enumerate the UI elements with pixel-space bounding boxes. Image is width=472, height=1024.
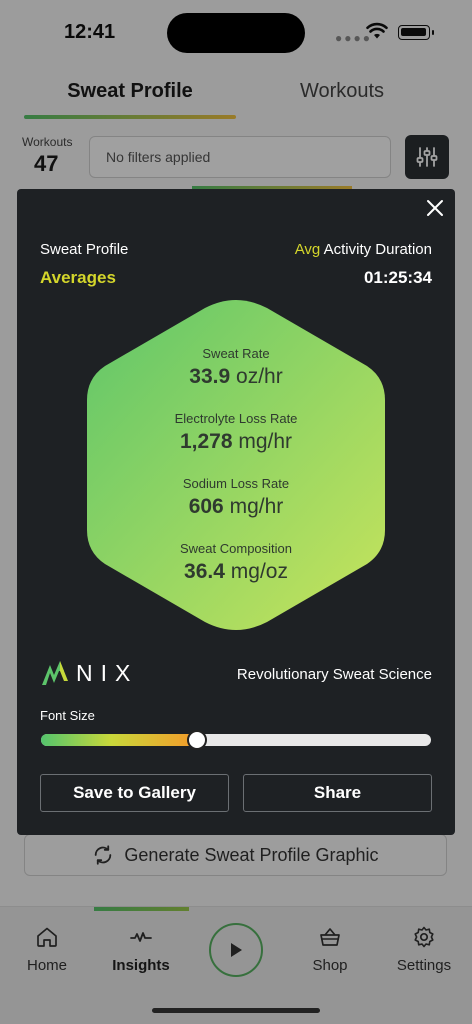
metric-label: Sweat Composition bbox=[180, 541, 292, 556]
duration-value: 01:25:34 bbox=[363, 268, 432, 287]
font-size-slider[interactable] bbox=[41, 730, 431, 750]
close-icon[interactable] bbox=[424, 197, 446, 219]
metric-sodium-loss: Sodium Loss Rate 606 mg/hr bbox=[87, 476, 385, 519]
metric-value: 36.4 mg/oz bbox=[184, 560, 288, 583]
duration-accent: Avg bbox=[294, 241, 321, 258]
slider-thumb[interactable] bbox=[187, 730, 207, 750]
nix-logo-mark-icon bbox=[42, 661, 68, 685]
save-to-gallery-button[interactable]: Save to Gallery bbox=[40, 774, 229, 812]
metric-label: Sweat Rate bbox=[202, 346, 270, 361]
metric-sweat-composition: Sweat Composition 36.4 mg/oz bbox=[87, 541, 385, 584]
brand-name: NIX bbox=[76, 659, 139, 686]
modal-subtitle: Averages bbox=[40, 268, 116, 287]
metric-label: Sodium Loss Rate bbox=[182, 476, 290, 491]
duration-label-text: Activity Duration bbox=[323, 241, 432, 258]
metric-label: Electrolyte Loss Rate bbox=[174, 411, 298, 426]
duration-label: Avg Activity Duration bbox=[295, 241, 432, 258]
nix-logo: NIX bbox=[40, 659, 138, 687]
sweat-profile-modal: Sweat Profile Averages Avg Activity Dura… bbox=[17, 189, 455, 835]
metric-value: 33.9 oz/hr bbox=[189, 365, 283, 388]
font-size-label: Font Size bbox=[40, 708, 95, 723]
metric-electrolyte-loss: Electrolyte Loss Rate 1,278 mg/hr bbox=[87, 411, 385, 454]
metric-value: 1,278 mg/hr bbox=[179, 430, 293, 453]
slider-fill bbox=[41, 734, 197, 746]
metric-value: 606 mg/hr bbox=[188, 495, 284, 518]
modal-title: Sweat Profile bbox=[40, 241, 129, 258]
home-indicator bbox=[152, 1008, 320, 1013]
metric-sweat-rate: Sweat Rate 33.9 oz/hr bbox=[87, 346, 385, 389]
metrics-panel: Sweat Rate 33.9 oz/hr Electrolyte Loss R… bbox=[87, 300, 385, 630]
share-button[interactable]: Share bbox=[243, 774, 432, 812]
brand-tagline: Revolutionary Sweat Science bbox=[236, 666, 432, 683]
